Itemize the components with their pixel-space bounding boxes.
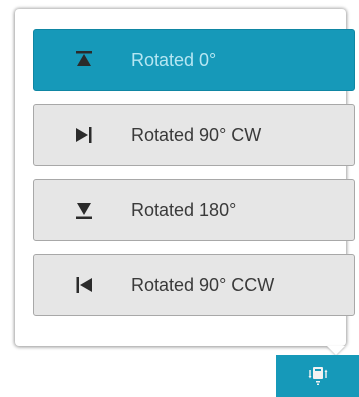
rotation-menu-button[interactable] <box>276 355 359 397</box>
option-label: Rotated 90° CW <box>131 124 262 145</box>
option-rotated-90-ccw[interactable]: Rotated 90° CCW <box>33 254 355 316</box>
rotate-0-icon <box>73 49 95 71</box>
popup-pointer <box>327 346 345 355</box>
option-label: Rotated 0° <box>131 49 217 70</box>
option-rotated-180[interactable]: Rotated 180° <box>33 179 355 241</box>
option-rotated-0[interactable]: Rotated 0° <box>33 29 355 91</box>
rotation-screen: Rotated 0° Rotated 90° CW Rotated 180° R… <box>0 0 359 397</box>
rotate-90-ccw-icon <box>73 274 95 296</box>
rotate-90-cw-icon <box>73 124 95 146</box>
rotation-popup: Rotated 0° Rotated 90° CW Rotated 180° R… <box>15 9 355 346</box>
rotation-menu-icon <box>306 362 330 391</box>
option-rotated-90-cw[interactable]: Rotated 90° CW <box>33 104 355 166</box>
rotate-180-icon <box>73 199 95 221</box>
option-label: Rotated 180° <box>131 199 237 220</box>
option-label: Rotated 90° CCW <box>131 274 275 295</box>
